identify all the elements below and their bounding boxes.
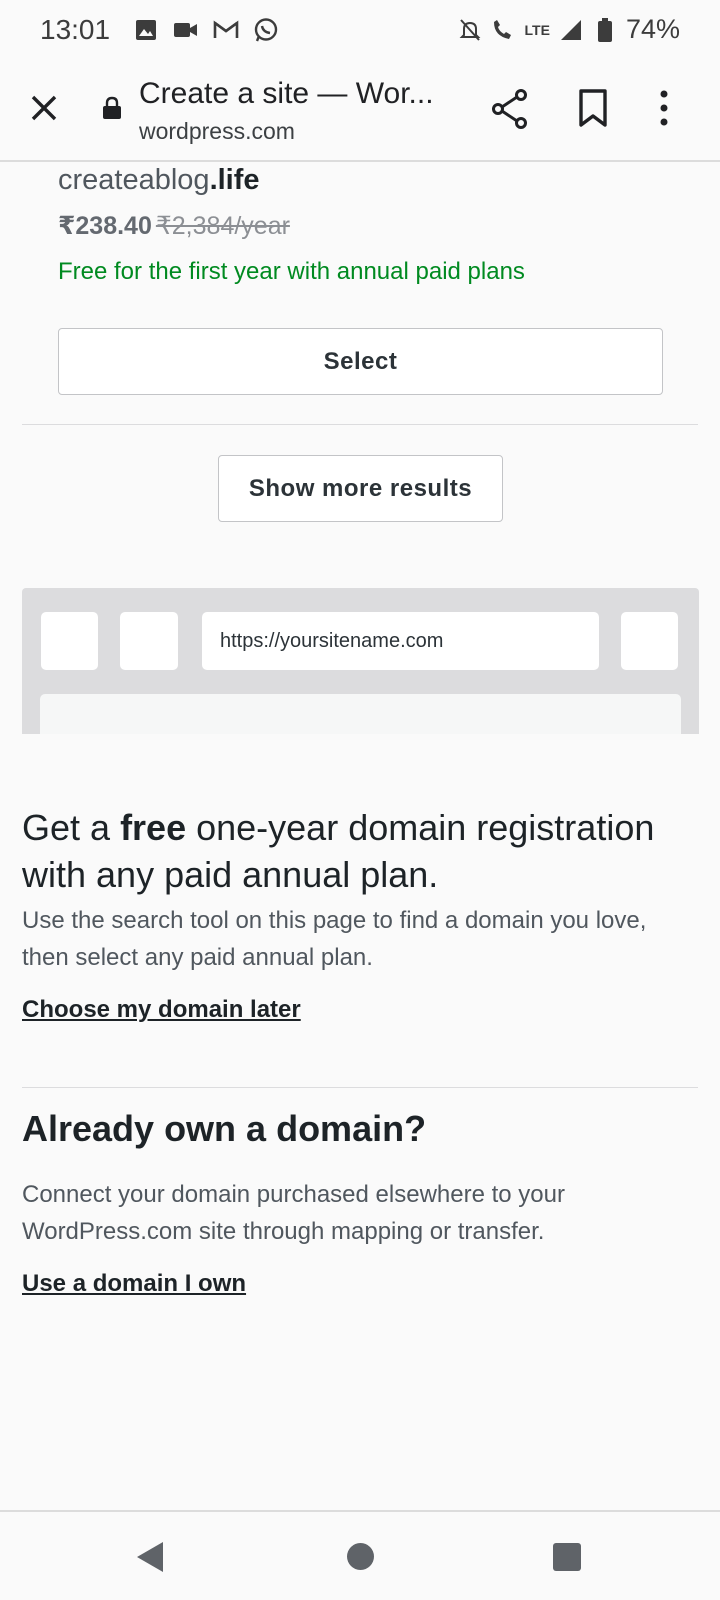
illustration-back-box xyxy=(41,612,98,670)
volte-call-icon xyxy=(491,17,517,43)
image-icon xyxy=(133,17,159,43)
close-icon[interactable] xyxy=(24,88,64,128)
system-icons: LTE 74% xyxy=(457,14,680,45)
lte-signal-icon xyxy=(558,17,584,43)
domain-name-prefix: createablog xyxy=(58,164,210,196)
promo-heading-bold: free xyxy=(120,807,187,848)
system-nav-bar xyxy=(0,1510,720,1600)
domain-name-tld: .life xyxy=(209,164,260,196)
show-more-results-button[interactable]: Show more results xyxy=(218,455,503,522)
sale-price: ₹238.40 xyxy=(58,212,152,240)
illustration-page xyxy=(40,694,681,734)
promo-heading: Get a free one-year domain registration … xyxy=(22,804,698,898)
original-price: ₹2,384/year xyxy=(155,212,290,240)
battery-percent: 74% xyxy=(625,14,680,44)
lock-icon xyxy=(102,96,122,125)
mute-icon xyxy=(457,17,483,43)
home-icon[interactable] xyxy=(347,1543,374,1570)
video-icon xyxy=(173,17,199,43)
more-options-icon[interactable] xyxy=(658,88,698,132)
promo-heading-pre: Get a xyxy=(22,807,121,848)
status-bar: 13:01 LTE 74% xyxy=(0,0,720,62)
page-url[interactable]: wordpress.com xyxy=(139,118,295,145)
free-first-year-note: Free for the first year with annual paid… xyxy=(58,258,525,285)
domain-price: ₹238.40 ₹2,384/year xyxy=(58,211,290,241)
own-domain-body: Connect your domain purchased elsewhere … xyxy=(22,1181,565,1245)
share-icon[interactable] xyxy=(490,88,534,132)
illustration-menu-box xyxy=(621,612,678,670)
page-content: createablog.life ₹238.40 ₹2,384/year Free… xyxy=(0,164,720,1510)
gmail-icon xyxy=(213,17,239,43)
battery-icon xyxy=(592,17,618,43)
illustration-forward-box xyxy=(120,612,178,670)
illustration-url-bar: https://yoursitename.com xyxy=(202,612,599,670)
divider xyxy=(22,424,698,425)
select-domain-button[interactable]: Select xyxy=(58,328,663,395)
domain-result-name: createablog.life xyxy=(58,164,260,197)
back-icon[interactable] xyxy=(135,1540,165,1579)
lte-label: LTE xyxy=(524,21,550,38)
page-title[interactable]: Create a site — Wor... xyxy=(139,77,439,111)
own-domain-heading: Already own a domain? xyxy=(22,1108,427,1149)
browser-toolbar: Create a site — Wor... wordpress.com xyxy=(0,62,720,162)
promo-body: Use the search tool on this page to find… xyxy=(22,907,647,971)
bookmark-icon[interactable] xyxy=(578,88,622,132)
browser-illustration: https://yoursitename.com xyxy=(22,588,699,734)
recent-apps-icon[interactable] xyxy=(553,1543,581,1571)
divider xyxy=(22,1087,698,1088)
notification-icons xyxy=(133,17,279,43)
status-time: 13:01 xyxy=(40,14,111,45)
choose-domain-later-link[interactable]: Choose my domain later xyxy=(22,996,301,1024)
whatsapp-icon xyxy=(253,17,279,43)
use-domain-i-own-link[interactable]: Use a domain I own xyxy=(22,1270,246,1298)
